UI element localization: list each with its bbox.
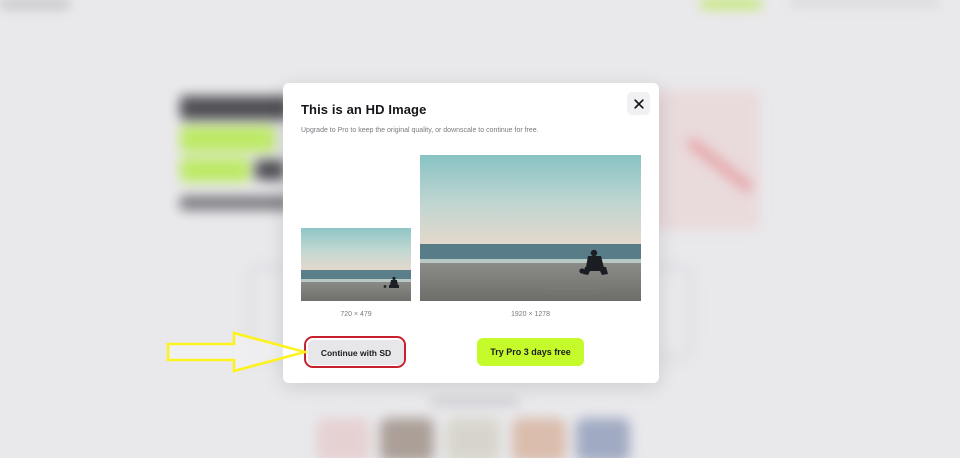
background-heading <box>255 160 285 180</box>
hd-preview-image <box>420 155 641 301</box>
background-sample-thumb <box>380 418 434 458</box>
background-logo <box>0 0 70 8</box>
sd-preview-image <box>301 228 411 301</box>
hd-image-dialog: This is an HD Image Upgrade to Pro to ke… <box>283 83 659 383</box>
background-sample-thumb <box>316 418 370 458</box>
background-heading <box>180 96 290 120</box>
background-nav-links <box>790 0 940 5</box>
close-button[interactable] <box>627 92 650 115</box>
background-heading-highlight <box>180 158 250 182</box>
background-samples-label <box>430 398 520 406</box>
background-signup-button <box>700 0 762 8</box>
hd-dimensions-label: 1920 × 1278 <box>510 311 551 318</box>
continue-with-sd-button[interactable]: Continue with SD <box>308 340 404 365</box>
background-sample-thumb <box>576 418 630 458</box>
dialog-title: This is an HD Image <box>301 102 427 117</box>
dialog-subtitle: Upgrade to Pro to keep the original qual… <box>301 127 539 134</box>
try-pro-button[interactable]: Try Pro 3 days free <box>477 338 584 366</box>
background-sample-thumb <box>512 418 566 458</box>
background-sample-thumb <box>446 418 500 458</box>
close-icon <box>633 98 644 109</box>
sd-dimensions-label: 720 × 479 <box>340 311 372 318</box>
background-heading-highlight <box>180 126 275 152</box>
background-subtext <box>180 196 290 210</box>
annotation-arrow-icon <box>166 331 308 373</box>
